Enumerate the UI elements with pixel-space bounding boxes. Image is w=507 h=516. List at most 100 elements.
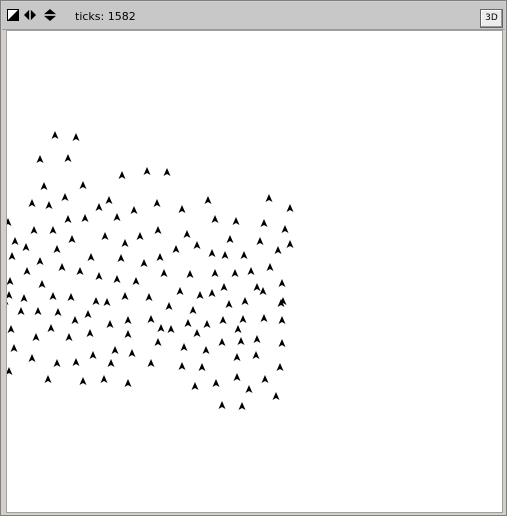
agent-turtle [286,240,294,248]
agent-turtle [95,272,103,280]
agent-turtle [44,375,52,383]
zoom-icon[interactable] [7,9,19,21]
agent-turtle [145,293,153,301]
agent-turtle [286,204,294,212]
agent-turtle [231,269,239,277]
agent-turtle [72,358,80,366]
agent-turtle [183,230,191,238]
agent-turtle [34,307,42,315]
3d-view-button[interactable]: 3D [480,9,503,28]
agent-turtle [234,325,242,333]
agent-turtle [178,362,186,370]
agent-turtle [272,392,280,400]
agent-turtle [79,181,87,189]
agent-turtle [28,354,36,362]
agent-turtle [253,283,261,291]
agent-turtle [218,338,226,346]
agent-turtle [274,246,282,254]
agent-turtle [72,133,80,141]
agent-turtle [92,297,100,305]
agent-turtle [28,199,36,207]
agent-turtle [103,298,111,306]
agent-turtle [184,319,192,327]
agent-turtle [165,302,173,310]
agent-turtle [118,171,126,179]
agent-turtle [58,263,66,271]
agent-turtle [7,277,14,285]
agent-turtle [71,316,79,324]
agent-turtle [22,243,30,251]
agent-turtle [121,239,129,247]
step-arrows-icon[interactable] [24,9,36,21]
agent-turtle [143,167,151,175]
agent-turtle [278,279,286,287]
agent-turtle [68,235,76,243]
agent-turtle [260,219,268,227]
agent-turtle [61,193,69,201]
agent-turtle [204,196,212,204]
ticks-counter: ticks: 1582 [75,10,136,23]
agent-turtle [239,315,247,323]
agent-turtle [140,259,148,267]
agent-turtle [176,287,184,295]
agent-turtle [107,359,115,367]
agent-turtle [211,215,219,223]
agent-turtle [81,214,89,222]
agent-turtle [53,245,61,253]
agent-turtle [136,232,144,240]
agent-turtle [221,251,229,259]
agent-turtle [36,257,44,265]
agent-turtle [128,349,136,357]
agent-turtle [49,226,57,234]
agent-turtle [54,308,62,316]
agent-turtle [130,206,138,214]
agent-turtle [79,377,87,385]
agent-turtle [84,310,92,318]
agent-turtle [147,315,155,323]
agent-turtle [180,343,188,351]
agent-turtle [167,325,175,333]
agent-turtle [261,375,269,383]
agent-turtle [40,182,48,190]
up-down-arrows-icon[interactable] [44,9,56,21]
world-view[interactable] [6,30,503,513]
world-canvas [7,131,294,410]
agent-turtle [157,324,165,332]
agent-turtle [241,297,249,305]
agent-turtle [113,275,121,283]
agent-turtle [10,344,18,352]
agent-turtle [124,330,132,338]
agent-turtle [23,267,31,275]
agent-turtle [49,292,57,300]
agent-turtle [7,291,13,299]
agent-turtle [45,201,53,209]
agent-turtle [67,293,75,301]
agent-turtle [7,301,9,305]
agent-turtle [89,351,97,359]
agent-turtle [247,267,255,275]
agent-turtle [253,335,261,343]
agent-turtle [36,155,44,163]
agent-turtle [208,289,216,297]
agent-turtle [11,237,19,245]
agent-turtle [265,194,273,202]
agent-turtle [105,196,113,204]
agent-turtle [245,385,253,393]
agent-turtle [218,401,226,409]
agent-turtle [124,316,132,324]
agent-turtle [117,254,125,262]
netlogo-view-window: ticks: 1582 3D [0,0,507,516]
agent-turtle [266,263,274,271]
agent-turtle [220,283,228,291]
agent-turtle [240,251,248,259]
agent-turtle [233,373,241,381]
agent-turtle [64,154,72,162]
agent-turtle [238,402,246,410]
agent-turtle [189,306,197,314]
agent-turtle [47,324,55,332]
agent-turtle [111,346,119,354]
agent-turtle [186,270,194,278]
agent-turtle [53,359,61,367]
agent-turtle [106,320,114,328]
agent-turtle [87,253,95,261]
